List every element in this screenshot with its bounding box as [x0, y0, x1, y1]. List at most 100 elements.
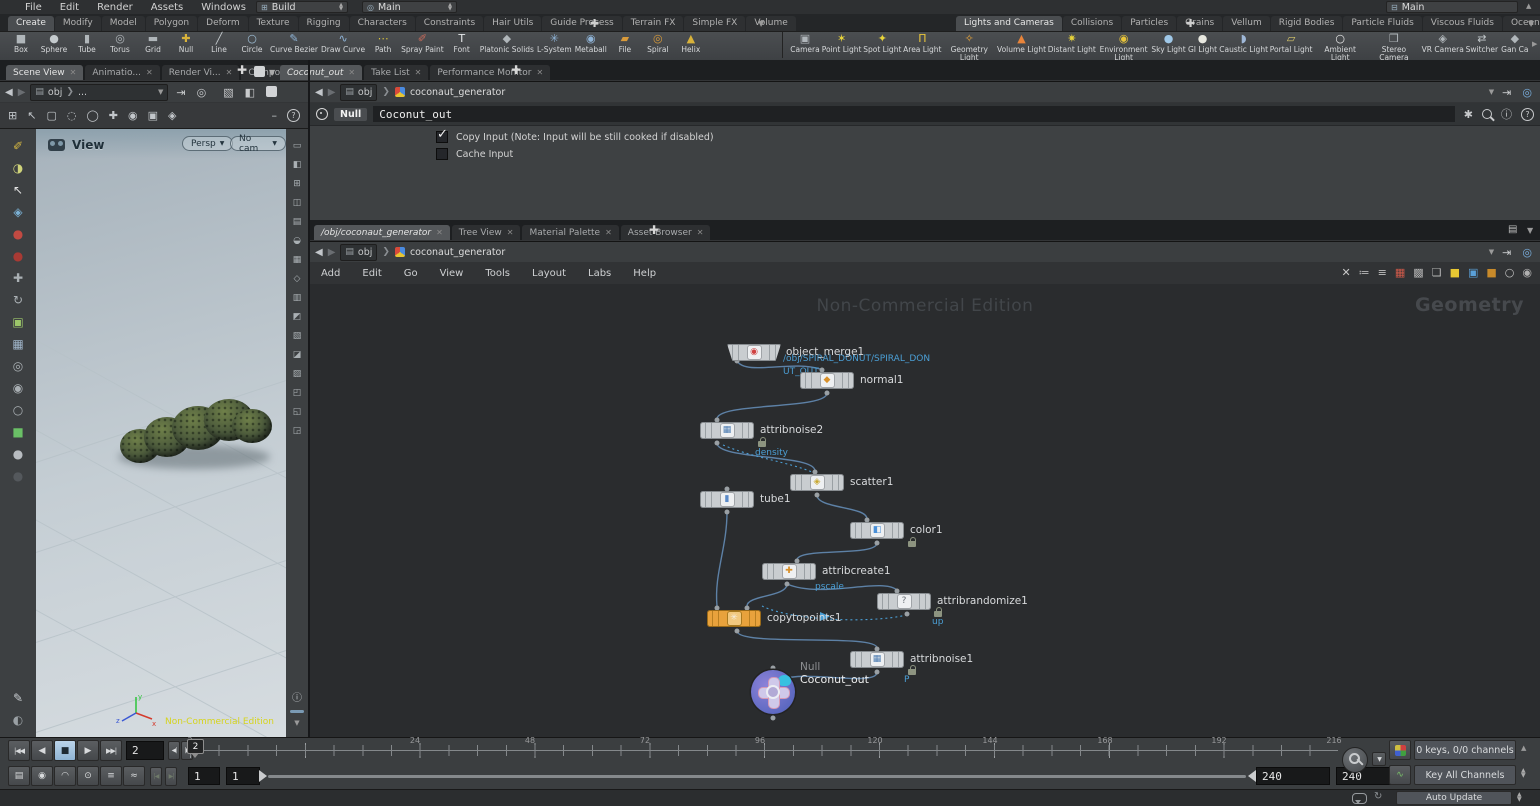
close-tab-icon[interactable]: ✕ [507, 228, 514, 237]
shelf-tab[interactable]: Polygon [145, 16, 198, 31]
add-shelf-tab-button[interactable]: ✚ [590, 17, 599, 30]
gear-icon[interactable]: ✱ [1461, 108, 1476, 121]
forward-icon[interactable]: ▶ [328, 87, 336, 98]
shelf-tab[interactable]: Vellum [1223, 16, 1270, 31]
shelf-tool[interactable]: ◎ Spiral [643, 33, 673, 54]
scene-toolbar-icon[interactable]: ⊞ [8, 109, 17, 122]
node-attribnoise1[interactable]: ▦ [850, 651, 904, 668]
shelf-tool[interactable]: ● Sphere [39, 33, 69, 54]
follow-target-icon[interactable]: ◎ [1519, 246, 1535, 259]
shelf-tool[interactable]: Π Area Light [903, 33, 941, 54]
node-copytopoints1[interactable]: ✳ [707, 610, 761, 627]
viewport-tool-icon[interactable]: ● [13, 469, 23, 483]
shelf-tool[interactable]: ● GI Light [1188, 33, 1218, 54]
cache-input-checkbox[interactable] [436, 148, 448, 160]
path-combo[interactable]: ▤ obj ❯ ... ▼ [30, 83, 169, 101]
close-tab-icon[interactable]: ✕ [146, 68, 153, 77]
range-substart-field[interactable]: 1 [226, 767, 260, 785]
network-toolbar-icon[interactable]: ▩ [1413, 267, 1423, 279]
collapse-arrow-icon[interactable]: ▼ [294, 719, 299, 727]
shelf-tool[interactable]: ▣ Camera [790, 33, 820, 54]
shelf-tab[interactable]: Modify [54, 16, 101, 31]
node-attribcreate1[interactable]: ✚ [762, 563, 816, 580]
forward-icon[interactable]: ▶ [328, 247, 336, 258]
minimize-icon[interactable]: – [272, 109, 278, 122]
follow-target-icon[interactable]: ◎ [194, 86, 210, 99]
shelf-tool[interactable]: ● Sky Light [1151, 33, 1185, 54]
shelf-tab[interactable]: Grains [1177, 16, 1223, 31]
copy-input-checkbox[interactable] [436, 127, 448, 143]
shelf-tool[interactable]: ◗ Caustic Light [1219, 33, 1268, 54]
back-icon[interactable]: ◀ [5, 87, 13, 98]
spinner-icon[interactable]: ▲ ▼ [1521, 768, 1526, 779]
viewport-tool-icon[interactable]: ◐ [13, 713, 23, 727]
network-toolbar-icon[interactable]: ❏ [1432, 267, 1442, 279]
viewport-tool-icon[interactable]: ✐ [13, 139, 23, 153]
next-key-button[interactable]: ▶| [165, 767, 177, 786]
path-combo[interactable]: ▤ obj [340, 243, 378, 261]
search-icon[interactable] [1482, 109, 1492, 119]
projection-selector[interactable]: Persp ▼ [182, 136, 234, 151]
shelf-tool[interactable]: ⇄ Switcher [1466, 33, 1499, 54]
shelf-tool[interactable]: ▰ File [610, 33, 640, 54]
network-menu[interactable]: Add [310, 268, 351, 279]
node-normal1[interactable]: ◆ [800, 372, 854, 389]
shelf-tool[interactable]: ○ Ambient Light [1314, 33, 1366, 62]
close-tab-icon[interactable]: ✕ [70, 68, 77, 77]
new-pane-tab-button[interactable]: ✚ [644, 223, 664, 238]
viewport-display-icon[interactable]: ◩ [293, 312, 302, 322]
shelf-tab[interactable]: Hair Utils [484, 16, 542, 31]
node-name-field[interactable] [373, 106, 1455, 122]
viewport-tool-icon[interactable]: ◈ [13, 205, 22, 219]
viewport-display-icon[interactable]: ▧ [293, 331, 302, 341]
pane-tab[interactable]: /obj/coconaut_generator ✕ [314, 225, 450, 240]
viewport-display-icon[interactable]: ◒ [293, 236, 301, 246]
shelf-tool[interactable]: ▲ Helix [676, 33, 706, 54]
shelf-tab[interactable]: Guide Process [542, 16, 622, 31]
shelf-tool[interactable]: T Font [447, 33, 477, 54]
ghost-geometry-icon[interactable]: ▧ [220, 86, 236, 99]
viewport-tool-icon[interactable]: ● [13, 249, 23, 263]
node-tube1[interactable]: ▮ [700, 491, 754, 508]
menubar-menu[interactable]: File [16, 2, 51, 13]
menubar-menu[interactable]: Render [88, 2, 142, 13]
new-pane-tab-button[interactable]: ✚ [506, 63, 526, 78]
shelf-tool[interactable]: ▲ Volume Light [997, 33, 1046, 54]
viewport-display-icon[interactable]: ◲ [293, 426, 302, 436]
shelf-tab[interactable]: Create [8, 16, 54, 31]
viewport-tool-icon[interactable]: ✚ [13, 271, 23, 285]
spinner-icon[interactable]: ▲ ▼ [448, 3, 452, 12]
shelf-tab[interactable]: Deform [198, 16, 248, 31]
network-menu[interactable]: Tools [474, 268, 521, 279]
network-menu[interactable]: Labs [577, 268, 622, 279]
menubar-menu[interactable]: Edit [51, 2, 88, 13]
motion-fx-icon[interactable]: ◠ [54, 766, 76, 786]
viewport-tool-icon[interactable]: ○ [13, 403, 23, 417]
pin-icon[interactable]: ⇥ [1499, 86, 1514, 99]
viewport-display-icon[interactable]: ▭ [293, 141, 302, 151]
collapse-caret-icon[interactable]: ▲ [1526, 2, 1531, 10]
shelf-tool[interactable]: ◎ Torus [105, 33, 135, 54]
shelf-tab[interactable]: Oceans [1502, 16, 1540, 31]
network-toolbar-icon[interactable]: ■ [1450, 267, 1460, 279]
network-toolbar-icon[interactable]: ▦ [1395, 267, 1405, 279]
pane-layout-button[interactable] [254, 66, 265, 77]
network-toolbar-icon[interactable]: ○ [1505, 267, 1515, 279]
window-menu-selector[interactable]: ⊟ Main [1386, 1, 1518, 13]
pane-tab[interactable]: Render Vi... ✕ [161, 65, 240, 80]
desktop-selector[interactable]: ⊞ Build ▲ ▼ [256, 1, 348, 13]
key-all-channels-selector[interactable]: Key All Channels [1414, 765, 1516, 785]
new-pane-tab-button[interactable]: ✚ [232, 63, 252, 78]
add-shelf-tab-button[interactable]: ✚ [1186, 17, 1195, 30]
viewport-display-icon[interactable]: ◫ [293, 198, 302, 208]
shelf-tool[interactable]: ⋯ Path [368, 33, 398, 54]
shelf-tab[interactable]: Constraints [415, 16, 484, 31]
pane-help-icon[interactable]: ? [287, 109, 300, 122]
menubar-menu[interactable]: Windows [192, 2, 255, 13]
spinner-icon[interactable]: ▲ ▼ [339, 3, 343, 12]
network-menu[interactable]: Edit [351, 268, 392, 279]
current-frame-field[interactable]: 2 [126, 741, 164, 760]
shelf-tool[interactable]: ∿ Draw Curve [321, 33, 365, 54]
key-menu-arrow-icon[interactable]: ▼ [1372, 752, 1386, 766]
network-toolbar-icon[interactable]: ◉ [1522, 267, 1532, 279]
